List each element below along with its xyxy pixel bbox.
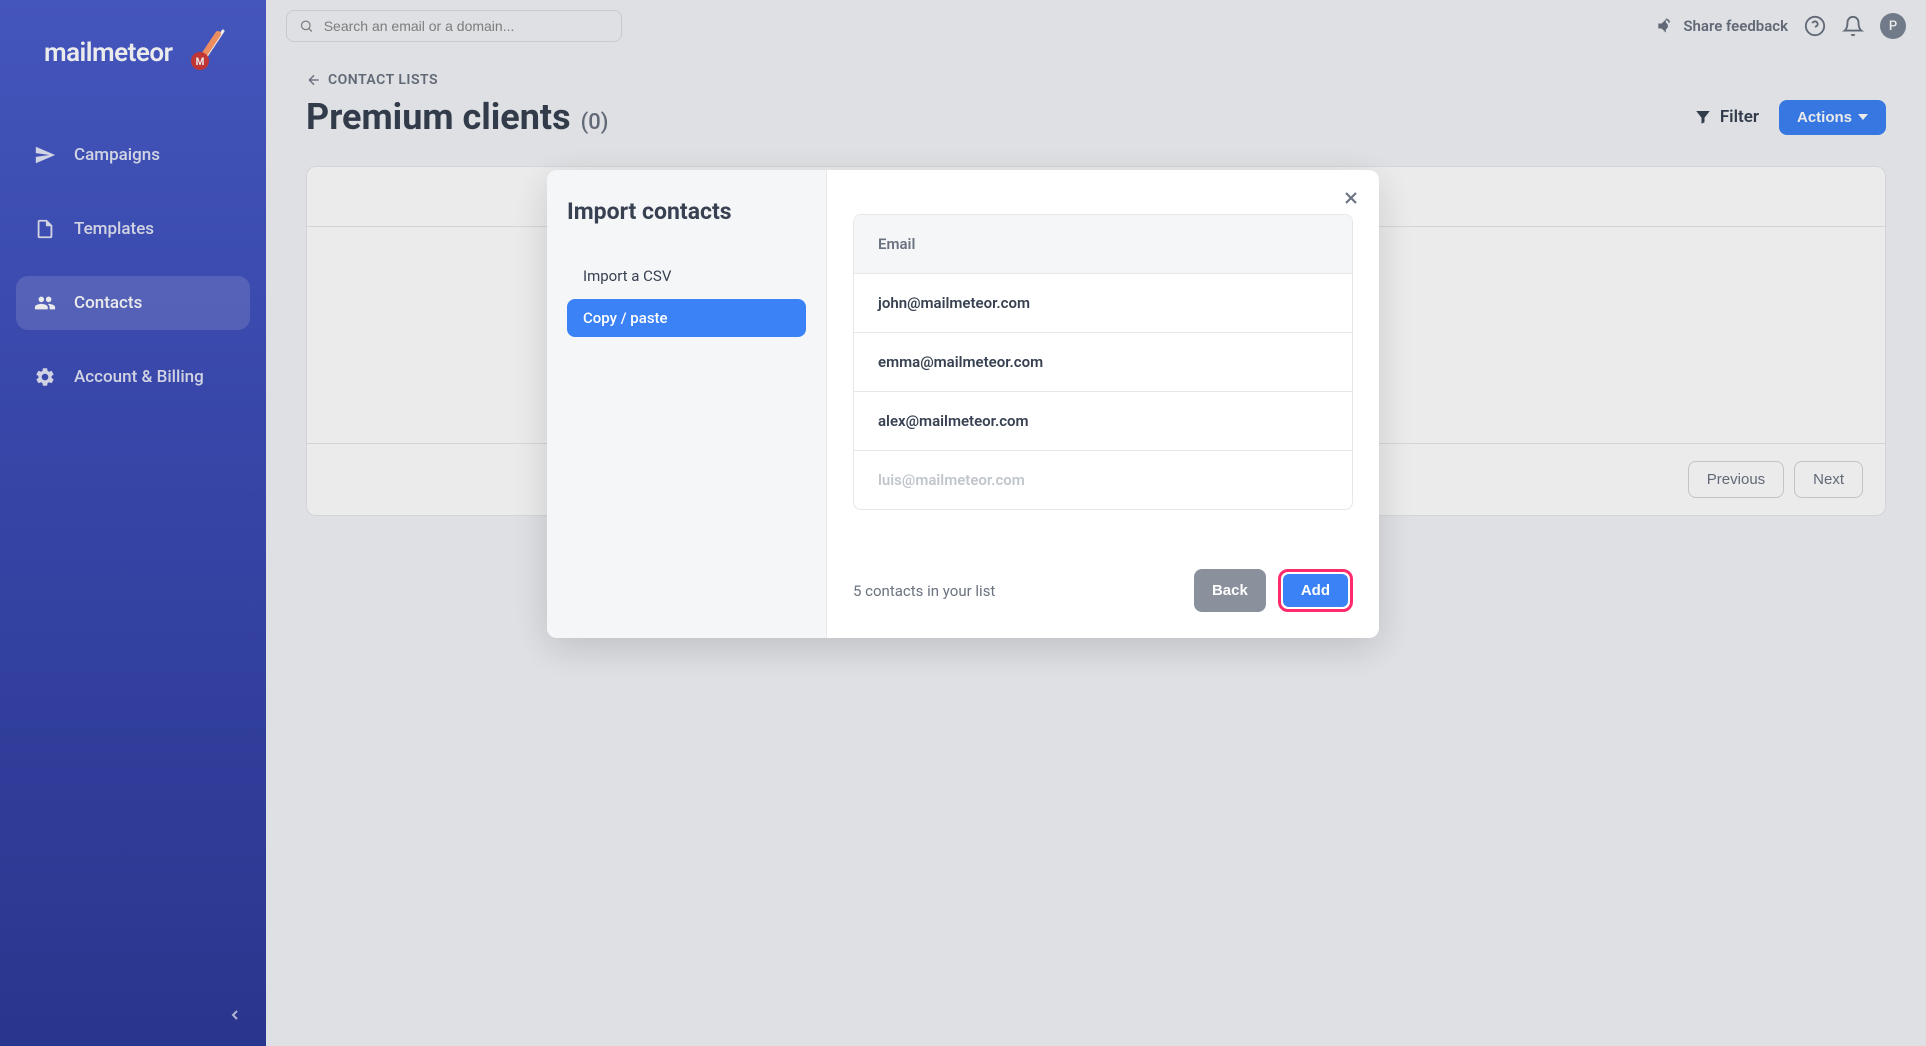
tab-copy-paste[interactable]: Copy / paste — [567, 299, 806, 337]
modal-footer: 5 contacts in your list Back Add — [853, 539, 1353, 612]
close-icon — [1341, 188, 1361, 208]
back-button[interactable]: Back — [1194, 569, 1266, 612]
email-row: emma@mailmeteor.com — [854, 332, 1352, 391]
email-row: luis@mailmeteor.com — [854, 450, 1352, 509]
modal-sidebar: Import contacts Import a CSV Copy / past… — [547, 170, 827, 638]
email-row: alex@mailmeteor.com — [854, 391, 1352, 450]
tab-import-csv[interactable]: Import a CSV — [567, 257, 806, 295]
add-button[interactable]: Add — [1283, 574, 1348, 607]
modal-content: Email john@mailmeteor.com emma@mailmeteo… — [827, 170, 1379, 638]
import-contacts-modal: Import contacts Import a CSV Copy / past… — [547, 170, 1379, 638]
email-table: Email john@mailmeteor.com emma@mailmeteo… — [853, 214, 1353, 510]
modal-close-button[interactable] — [1341, 188, 1361, 212]
modal-title: Import contacts — [567, 198, 806, 225]
modal-overlay: Import contacts Import a CSV Copy / past… — [0, 0, 1926, 1046]
contacts-count-text: 5 contacts in your list — [853, 582, 995, 600]
email-table-header: Email — [854, 215, 1352, 273]
email-row: john@mailmeteor.com — [854, 273, 1352, 332]
add-button-highlight: Add — [1278, 569, 1353, 612]
